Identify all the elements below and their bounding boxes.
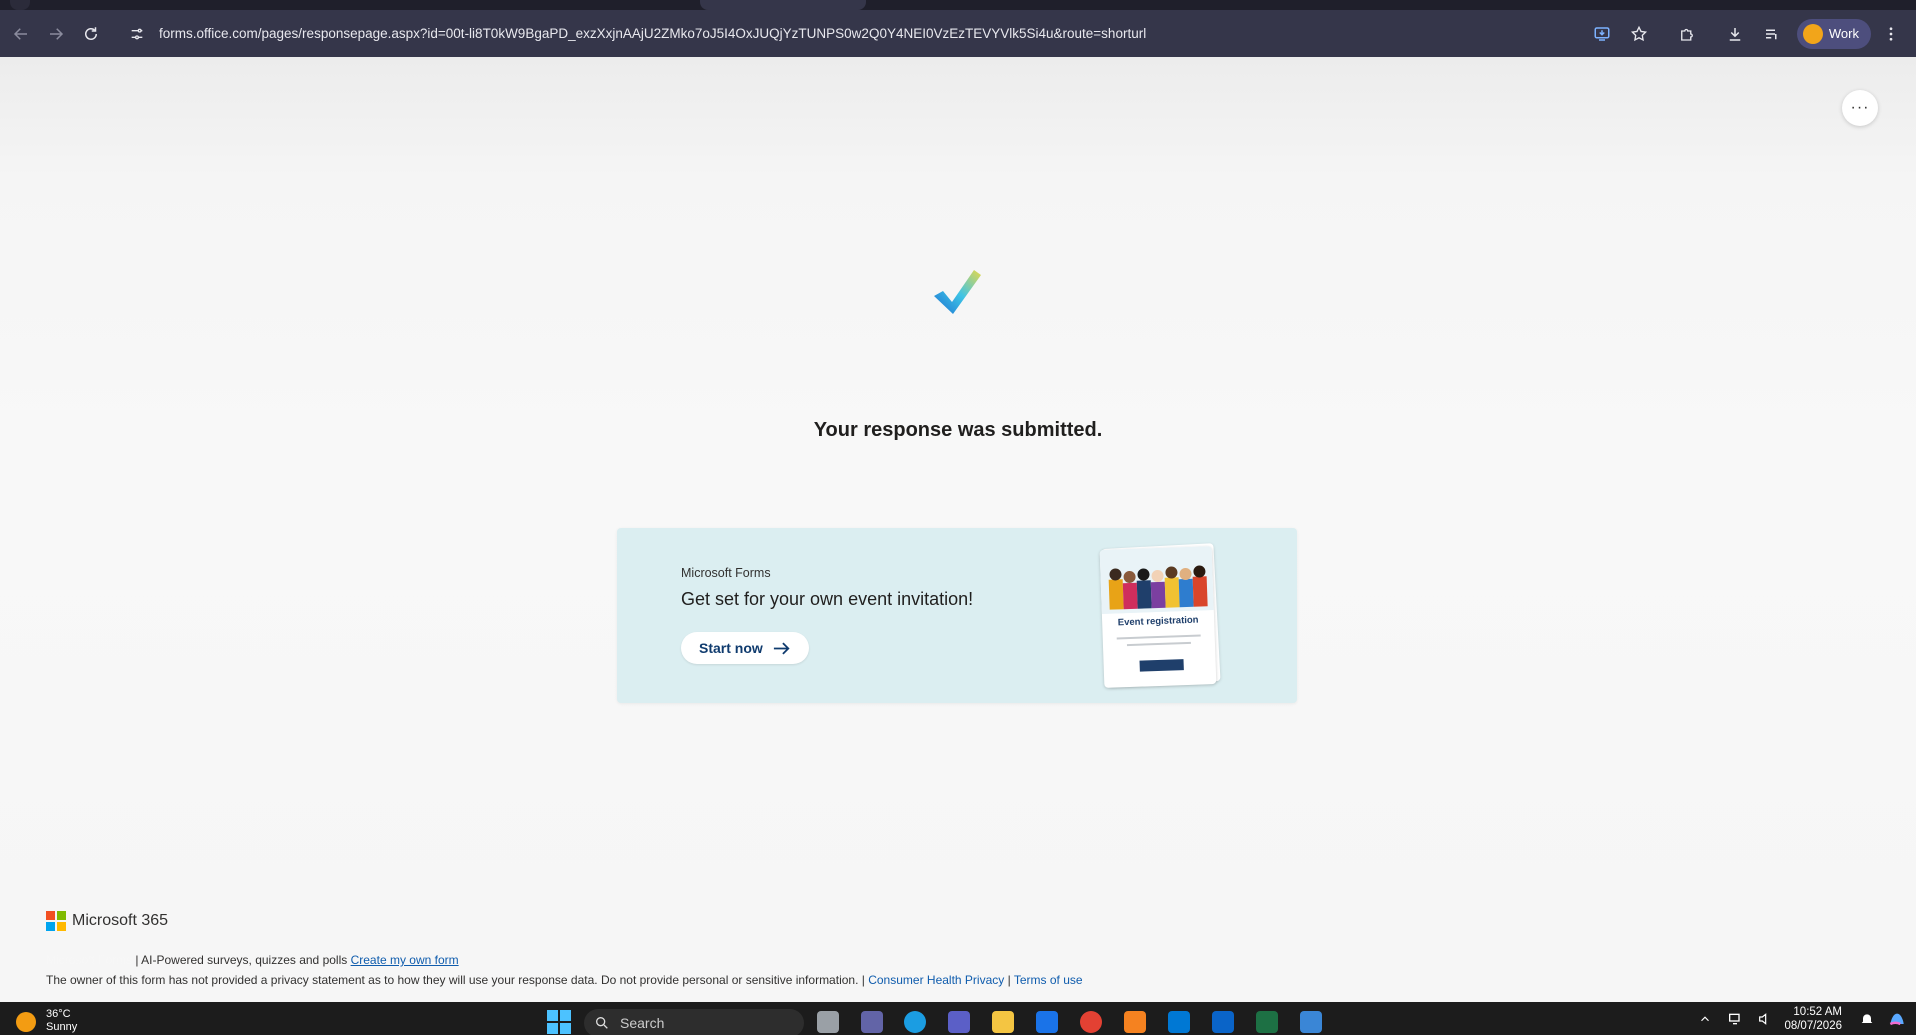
downloads-button[interactable] <box>1718 17 1752 51</box>
system-tray: 10:52 AM 08/07/2026 <box>1694 1006 1916 1032</box>
create-my-own-form-link[interactable]: Create my own form <box>351 953 459 967</box>
sync-app-icon[interactable] <box>1036 1011 1058 1033</box>
clock-time: 10:52 AM <box>1793 1006 1842 1018</box>
chevron-up-icon[interactable] <box>1694 1008 1716 1030</box>
footer-privacy-line: The owner of this form has not provided … <box>46 973 1083 987</box>
microsoft-365-label: Microsoft 365 <box>72 912 169 929</box>
profile-label: Work <box>1828 26 1859 41</box>
start-now-label: Start now <box>699 640 763 656</box>
media-controls-button[interactable] <box>1755 17 1789 51</box>
notepad-icon[interactable] <box>1300 1011 1322 1033</box>
copilot-icon[interactable] <box>1886 1008 1908 1030</box>
site-info-icon[interactable] <box>127 24 147 44</box>
promo-headline: Get set for your own event invitation! <box>681 589 974 609</box>
star-icon <box>1630 25 1647 41</box>
footer-tagline: | AI-Powered surveys, quizzes and polls <box>135 953 348 967</box>
promo-banner: Microsoft Forms Get set for your own eve… <box>617 528 1297 703</box>
profile-avatar-icon <box>1802 23 1823 44</box>
microsoft-logo-icon <box>46 911 66 931</box>
teams-icon[interactable] <box>948 1011 970 1033</box>
people-illustration-icon <box>1099 546 1214 614</box>
vscode-icon[interactable] <box>1168 1011 1190 1033</box>
volume-icon[interactable] <box>1754 1008 1776 1030</box>
notification-bell-icon[interactable] <box>1856 1008 1878 1030</box>
playlist-icon <box>1765 29 1777 39</box>
card-text-line <box>1116 634 1201 640</box>
forward-arrow-icon <box>50 27 64 40</box>
install-app-button[interactable] <box>1585 17 1619 51</box>
terms-of-use-link[interactable]: Terms of use <box>1014 973 1083 987</box>
reload-icon <box>85 26 97 40</box>
footer-separator: | <box>1007 973 1011 987</box>
card-button-shape <box>1139 659 1184 672</box>
event-registration-card: Event registration <box>1099 546 1217 688</box>
forms-page: ··· Your response was submitted. Microso… <box>0 57 1916 1002</box>
browser-toolbar: forms.office.com/pages/responsepage.aspx… <box>0 10 1916 57</box>
browser-tab-strip <box>0 0 1916 10</box>
sun-icon <box>16 1012 36 1032</box>
weather-widget[interactable]: 36°C Sunny <box>16 1008 77 1034</box>
browser-menu-button[interactable] <box>1874 17 1908 51</box>
card-text-line <box>1126 641 1191 647</box>
forward-button[interactable] <box>42 20 70 48</box>
address-bar[interactable]: forms.office.com/pages/responsepage.aspx… <box>127 17 1582 51</box>
excel-icon[interactable] <box>1256 1011 1278 1033</box>
weather-condition: Sunny <box>46 1021 78 1033</box>
search-icon <box>596 1017 608 1029</box>
kebab-menu-icon <box>1889 26 1893 41</box>
more-options-button[interactable]: ··· <box>1842 90 1878 126</box>
tab-edge <box>10 0 30 10</box>
teams-meet-icon[interactable] <box>861 1011 883 1033</box>
extensions-button[interactable] <box>1670 17 1704 51</box>
confirmation-message: Your response was submitted. <box>813 419 1103 441</box>
windows-taskbar: 36°C Sunny Search 10:52 AM 08/07/2026 <box>0 1002 1916 1035</box>
profile-button[interactable]: Work <box>1796 18 1871 49</box>
file-explorer-icon[interactable] <box>992 1011 1014 1033</box>
footer-tagline-line: Microsoft Forms | AI-Powered surveys, qu… <box>46 953 459 967</box>
task-view-icon[interactable] <box>817 1011 839 1033</box>
puzzle-icon <box>1680 28 1693 41</box>
xampp-icon[interactable] <box>1124 1011 1146 1033</box>
promo-brand: Microsoft Forms <box>681 566 771 580</box>
microsoft-365-brand: Microsoft 365 <box>46 911 168 931</box>
taskbar-search[interactable]: Search <box>584 1009 804 1035</box>
privacy-statement: The owner of this form has not provided … <box>46 973 865 987</box>
outlook-icon[interactable] <box>1212 1011 1234 1033</box>
start-now-button[interactable]: Start now <box>681 632 809 664</box>
edge-icon[interactable] <box>904 1011 926 1033</box>
bookmark-button[interactable] <box>1622 17 1656 51</box>
windows-start-icon[interactable] <box>547 1010 571 1034</box>
consumer-health-privacy-link[interactable]: Consumer Health Privacy <box>868 973 1004 987</box>
arrow-right-icon <box>773 641 791 655</box>
download-icon <box>1729 27 1741 41</box>
card-title: Event registration <box>1117 614 1199 629</box>
reload-button[interactable] <box>77 20 105 48</box>
url-text[interactable]: forms.office.com/pages/responsepage.aspx… <box>159 26 1146 41</box>
weather-temperature: 36°C <box>46 1008 71 1020</box>
install-app-icon <box>1594 26 1610 41</box>
clock-date: 08/07/2026 <box>1784 1020 1842 1032</box>
checkmark-icon <box>934 270 981 314</box>
back-arrow-icon <box>13 27 27 40</box>
network-icon[interactable] <box>1724 1008 1746 1030</box>
chrome-icon[interactable] <box>1080 1011 1102 1033</box>
back-button[interactable] <box>7 20 35 48</box>
search-placeholder: Search <box>620 1015 665 1031</box>
footer-hidden-brand: Microsoft Forms <box>46 953 133 967</box>
taskbar-clock[interactable]: 10:52 AM 08/07/2026 <box>1784 1005 1842 1033</box>
active-tab[interactable] <box>700 0 866 10</box>
